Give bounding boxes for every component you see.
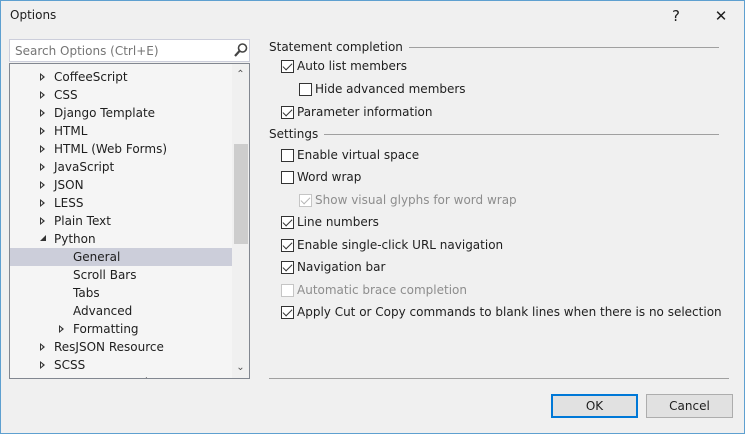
collapsed-arrow-icon[interactable] (40, 163, 45, 171)
collapsed-arrow-icon[interactable] (40, 343, 45, 351)
tree-item[interactable]: CSS (10, 86, 232, 104)
tree-item-label: Django Template (54, 106, 156, 120)
divider (269, 378, 729, 379)
tree-item-label: HTML (Web Forms) (54, 142, 168, 156)
collapsed-arrow-icon[interactable] (40, 181, 45, 189)
collapsed-arrow-icon[interactable] (40, 361, 45, 369)
search-input[interactable] (9, 39, 250, 62)
option-label: Enable single-click URL navigation (297, 238, 504, 252)
tree-item-label: SQL Server Tools (54, 374, 154, 378)
checkbox-icon[interactable] (281, 260, 294, 274)
collapsed-arrow-icon[interactable] (40, 199, 45, 207)
collapsed-arrow-icon[interactable] (59, 325, 64, 333)
option-label: Hide advanced members (315, 82, 466, 96)
tree-item[interactable]: JSON (10, 176, 232, 194)
checkbox-icon[interactable] (281, 105, 294, 119)
tree-item[interactable]: LESS (10, 194, 232, 212)
tree-item-label: Python (54, 232, 96, 246)
option-label: Apply Cut or Copy commands to blank line… (297, 305, 722, 319)
option-checkbox[interactable]: Enable virtual space (281, 148, 419, 162)
checkbox-icon[interactable] (281, 215, 294, 229)
tree-item[interactable]: Formatting (10, 320, 232, 338)
tree-item-label: Scroll Bars (73, 268, 137, 282)
tree-item-label: Formatting (73, 322, 139, 336)
collapsed-arrow-icon[interactable] (40, 91, 45, 99)
tree-item[interactable]: JavaScript (10, 158, 232, 176)
tree-item-label: Advanced (73, 304, 133, 318)
option-checkbox[interactable]: Apply Cut or Copy commands to blank line… (281, 305, 722, 319)
tree-item-label: JavaScript (54, 160, 115, 174)
option-checkbox: Show visual glyphs for word wrap (299, 193, 517, 207)
tree-item[interactable]: Plain Text (10, 212, 232, 230)
collapsed-arrow-icon[interactable] (40, 145, 45, 153)
tree-item[interactable]: SQL Server Tools (10, 374, 232, 378)
option-label: Parameter information (297, 105, 433, 119)
tree-item[interactable]: Django Template (10, 104, 232, 122)
expanded-arrow-icon[interactable] (40, 235, 46, 241)
tree-item-label: Tabs (73, 286, 100, 300)
checkbox-icon (281, 283, 294, 297)
checkbox-icon[interactable] (281, 59, 294, 73)
checkbox-icon[interactable] (281, 305, 294, 319)
tree-item[interactable]: HTML (10, 122, 232, 140)
collapsed-arrow-icon[interactable] (40, 109, 45, 117)
option-label: Line numbers (297, 215, 379, 229)
option-label: Auto list members (297, 59, 408, 73)
tree-item-label: HTML (54, 124, 88, 138)
tree-item-label: ResJSON Resource (54, 340, 164, 354)
option-checkbox[interactable]: Hide advanced members (299, 82, 466, 96)
collapsed-arrow-icon[interactable] (40, 217, 45, 225)
checkbox-icon[interactable] (281, 148, 294, 162)
search-icon[interactable] (233, 41, 249, 59)
option-checkbox[interactable]: Word wrap (281, 170, 361, 184)
tree-item[interactable]: Tabs (10, 284, 232, 302)
option-checkbox[interactable]: Line numbers (281, 215, 379, 229)
close-button[interactable]: ✕ (706, 3, 736, 29)
tree-item[interactable]: Advanced (10, 302, 232, 320)
tree-item[interactable]: ResJSON Resource (10, 338, 232, 356)
tree-item-label: Plain Text (54, 214, 111, 228)
checkbox-icon[interactable] (281, 170, 294, 184)
checkbox-icon[interactable] (281, 238, 294, 252)
options-tree[interactable]: CoffeeScript CSS Django Template HTML HTML (… (9, 63, 250, 379)
scroll-up-icon[interactable]: ⌃ (232, 67, 249, 83)
tree-item[interactable]: Scroll Bars (10, 266, 232, 284)
option-label: Enable virtual space (297, 148, 420, 162)
scrollbar-thumb[interactable] (234, 144, 248, 244)
collapsed-arrow-icon[interactable] (40, 127, 45, 135)
collapsed-arrow-icon[interactable] (40, 73, 45, 81)
option-checkbox[interactable]: Enable single-click URL navigation (281, 238, 503, 252)
checkbox-icon (299, 193, 312, 207)
tree-item-label: LESS (54, 196, 84, 210)
scroll-down-icon[interactable]: ⌄ (232, 360, 249, 376)
tree-item-label: CSS (54, 88, 78, 102)
option-label: Automatic brace completion (297, 283, 468, 297)
tree-item[interactable]: HTML (Web Forms) (10, 140, 232, 158)
group-settings: Settings (269, 127, 719, 141)
tree-item[interactable]: CoffeeScript (10, 68, 232, 86)
tree-item-label: SCSS (54, 358, 86, 372)
tree-item[interactable]: Python (10, 230, 232, 248)
help-button[interactable]: ? (661, 3, 691, 29)
tree-item-label: General (73, 250, 121, 264)
option-label: Word wrap (297, 170, 362, 184)
checkbox-icon[interactable] (299, 82, 312, 96)
tree-item[interactable]: SCSS (10, 356, 232, 374)
window-title: Options (10, 8, 57, 22)
option-checkbox: Automatic brace completion (281, 283, 467, 297)
cancel-button[interactable]: Cancel (646, 394, 733, 418)
tree-item-label: JSON (54, 178, 84, 192)
option-label: Navigation bar (297, 260, 386, 274)
group-statement-completion: Statement completion (269, 40, 719, 54)
tree-item-label: CoffeeScript (54, 70, 128, 84)
option-label: Show visual glyphs for word wrap (315, 193, 517, 207)
ok-button[interactable]: OK (551, 394, 638, 418)
option-checkbox[interactable]: Auto list members (281, 59, 407, 73)
option-checkbox[interactable]: Navigation bar (281, 260, 385, 274)
tree-item[interactable]: General (10, 248, 232, 266)
option-checkbox[interactable]: Parameter information (281, 105, 433, 119)
